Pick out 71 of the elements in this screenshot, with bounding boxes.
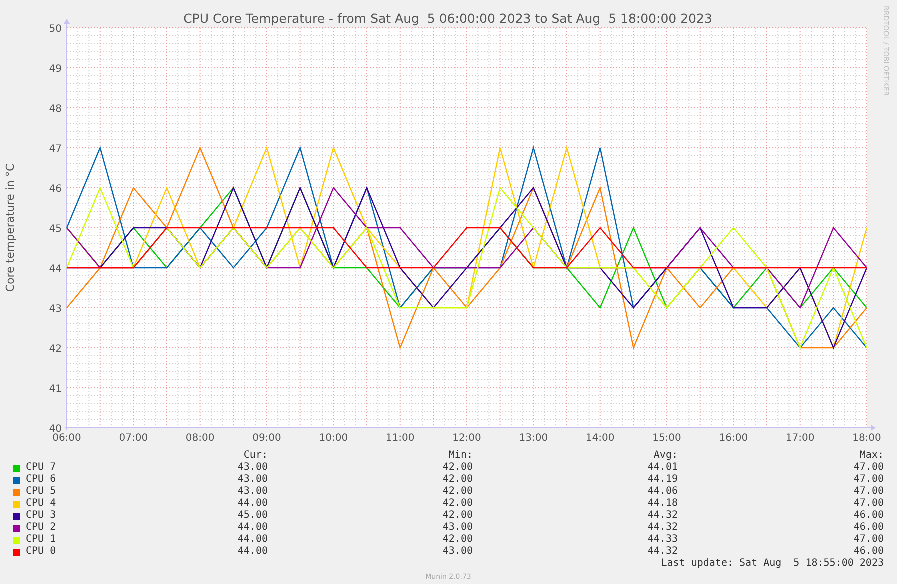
max-value: 47.00 bbox=[854, 474, 884, 485]
y-tick-label: 43 bbox=[49, 304, 62, 315]
y-tick-label: 46 bbox=[49, 184, 62, 195]
min-value: 42.00 bbox=[442, 474, 473, 485]
y-tick-label: 45 bbox=[49, 224, 62, 235]
min-value: 43.00 bbox=[442, 522, 473, 533]
y-axis-label: Core temperature in °C bbox=[4, 164, 17, 292]
max-value: 46.00 bbox=[854, 522, 884, 533]
x-tick-label: 12:00 bbox=[452, 433, 482, 444]
series-name: CPU 3 bbox=[26, 510, 56, 522]
avg-value: 44.18 bbox=[648, 498, 678, 509]
y-tick-label: 48 bbox=[49, 104, 62, 115]
avg-value: 44.19 bbox=[648, 474, 678, 485]
cur-value: 43.00 bbox=[238, 474, 268, 485]
graph-title: CPU Core Temperature - from Sat Aug 5 06:00:00 2023 to Sat Aug 5 18:00:00 2023 bbox=[184, 11, 712, 26]
series-name: CPU 2 bbox=[26, 522, 56, 534]
avg-value: 44.32 bbox=[648, 510, 678, 521]
last-update-text: Last update: Sat Aug 5 18:55:00 2023 bbox=[661, 558, 884, 569]
column-header: Max: bbox=[860, 450, 884, 461]
max-value: 47.00 bbox=[854, 462, 884, 473]
cur-value: 43.00 bbox=[238, 486, 268, 497]
column-header: Cur: bbox=[244, 450, 268, 461]
min-value: 42.00 bbox=[442, 534, 473, 545]
max-value: 46.00 bbox=[854, 510, 884, 521]
max-value: 47.00 bbox=[854, 534, 884, 545]
y-tick-label: 40 bbox=[49, 424, 62, 435]
x-tick-label: 14:00 bbox=[586, 433, 615, 444]
x-tick-label: 09:00 bbox=[252, 433, 282, 444]
avg-value: 44.06 bbox=[648, 486, 678, 497]
y-tick-label: 44 bbox=[49, 264, 62, 275]
avg-value: 44.32 bbox=[648, 546, 678, 557]
x-tick-label: 07:00 bbox=[119, 433, 148, 444]
y-tick-label: 49 bbox=[49, 64, 62, 75]
min-value: 42.00 bbox=[442, 498, 473, 509]
y-tick-label: 47 bbox=[49, 144, 62, 155]
x-tick-label: 18:00 bbox=[852, 433, 882, 444]
max-value: 47.00 bbox=[854, 486, 884, 497]
y-tick-label: 41 bbox=[49, 384, 62, 395]
x-tick-label: 13:00 bbox=[519, 433, 548, 444]
series-name: CPU 5 bbox=[26, 486, 56, 498]
x-tick-label: 10:00 bbox=[319, 433, 348, 444]
series-name: CPU 6 bbox=[26, 474, 56, 486]
avg-value: 44.32 bbox=[648, 522, 678, 533]
x-tick-label: 06:00 bbox=[52, 433, 82, 444]
column-header: Avg: bbox=[654, 450, 678, 461]
y-tick-label: 50 bbox=[49, 24, 62, 35]
cur-value: 44.00 bbox=[238, 546, 268, 557]
y-tick-label: 42 bbox=[49, 344, 62, 355]
column-header: Min: bbox=[448, 450, 473, 461]
x-tick-label: 15:00 bbox=[652, 433, 682, 444]
cur-value: 45.00 bbox=[238, 510, 268, 521]
series-name: CPU 7 bbox=[26, 462, 56, 474]
min-value: 43.00 bbox=[442, 546, 473, 557]
x-tick-label: 16:00 bbox=[719, 433, 748, 444]
avg-value: 44.33 bbox=[648, 534, 678, 545]
cur-value: 44.00 bbox=[238, 522, 268, 533]
cur-value: 44.00 bbox=[238, 498, 268, 509]
cur-value: 43.00 bbox=[238, 462, 268, 473]
min-value: 42.00 bbox=[442, 462, 473, 473]
x-tick-label: 08:00 bbox=[186, 433, 215, 444]
series-name: CPU 1 bbox=[26, 534, 56, 546]
avg-value: 44.01 bbox=[648, 462, 678, 473]
min-value: 42.00 bbox=[442, 486, 473, 497]
series-name: CPU 0 bbox=[26, 546, 56, 558]
series-name: CPU 4 bbox=[26, 498, 56, 510]
cur-value: 44.00 bbox=[238, 534, 268, 545]
min-value: 42.00 bbox=[442, 510, 473, 521]
x-tick-label: 17:00 bbox=[786, 433, 815, 444]
x-tick-label: 11:00 bbox=[386, 433, 415, 444]
max-value: 46.00 bbox=[854, 546, 884, 557]
max-value: 47.00 bbox=[854, 498, 884, 509]
